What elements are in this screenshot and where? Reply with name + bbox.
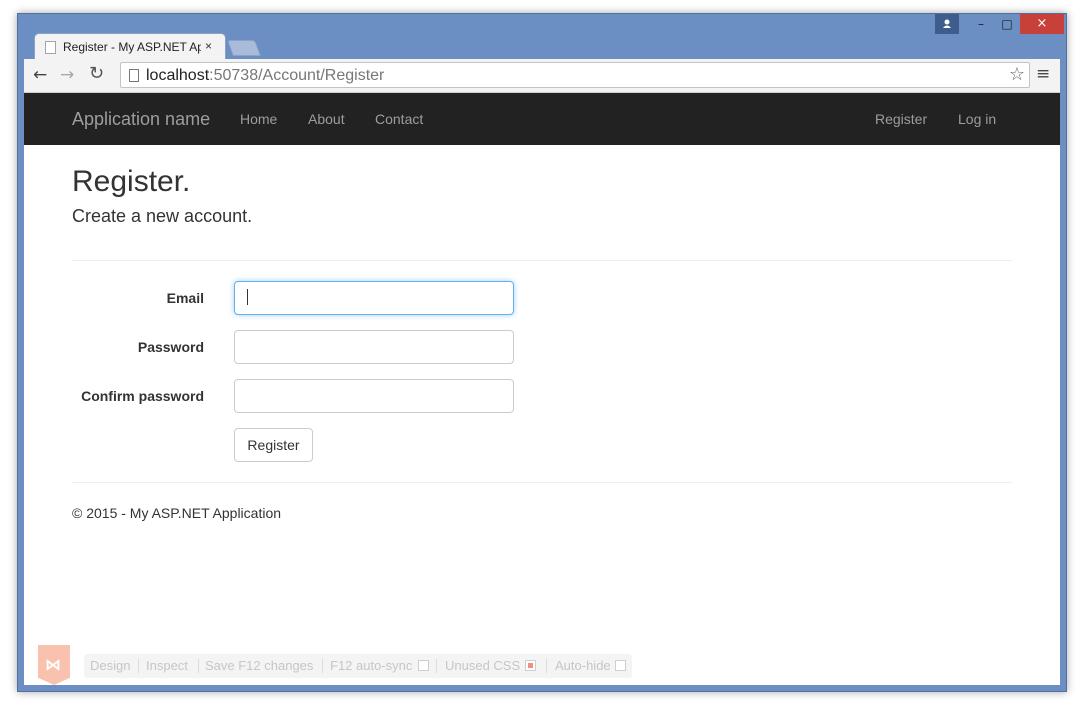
nav-link-contact[interactable]: Contact [375,111,423,127]
site-navbar: Application name Home About Contact Regi… [24,93,1060,145]
new-tab-button[interactable] [227,40,261,56]
design-button[interactable]: Design [90,658,130,673]
divider [72,260,1012,261]
browser-toolbar: ← → ↻ localhost:50738/Account/Register ☆… [24,59,1060,93]
f12-autosync-checkbox[interactable] [418,660,429,671]
f12-autosync-label[interactable]: F12 auto-sync [330,658,412,673]
browser-tab[interactable]: Register - My ASP.NET Ap × [34,33,226,59]
browser-menu-icon[interactable]: ≡ [1036,64,1050,84]
bookmark-star-icon[interactable]: ☆ [1009,64,1025,85]
register-button[interactable]: Register [234,428,313,462]
page-favicon-icon [45,41,56,54]
password-label: Password [137,339,204,355]
minimize-button[interactable]: – [968,14,994,34]
nav-link-home[interactable]: Home [240,111,277,127]
page-title: Register. [72,165,191,198]
browser-link-toolbar: Design Inspect Save F12 changes F12 auto… [84,654,632,678]
user-icon [943,19,951,28]
tab-title: Register - My ASP.NET Ap [63,40,201,54]
address-bar[interactable]: localhost:50738/Account/Register ☆ [120,62,1030,88]
user-profile-button[interactable] [935,14,959,34]
confirm-password-field[interactable] [234,379,514,413]
inspect-button[interactable]: Inspect [146,658,188,673]
unused-css-checkbox[interactable] [525,660,536,671]
autohide-label[interactable]: Auto-hide [555,658,611,673]
nav-link-register[interactable]: Register [875,111,927,127]
footer-text: © 2015 - My ASP.NET Application [72,505,282,521]
url-path: :50738/Account/Register [209,67,385,84]
navbar-brand[interactable]: Application name [72,109,210,130]
text-caret [247,289,248,305]
back-arrow-icon[interactable]: ← [33,65,47,85]
page-icon [129,69,139,82]
page-subtitle: Create a new account. [72,206,253,226]
tab-close-icon[interactable]: × [205,39,212,53]
close-window-button[interactable]: × [1020,14,1064,34]
email-field[interactable] [234,281,514,315]
email-label: Email [166,290,204,306]
unused-css-label[interactable]: Unused CSS [445,658,520,673]
page-content: Application name Home About Contact Regi… [24,93,1060,685]
url-text: localhost:50738/Account/Register [146,67,384,85]
separator [138,659,139,673]
nav-link-login[interactable]: Log in [958,111,996,127]
maximize-button[interactable]: □ [994,14,1020,34]
autohide-checkbox[interactable] [615,660,626,671]
footer-divider [72,482,1012,483]
visual-studio-logo-icon: ⋈ [38,645,70,685]
confirm-password-label: Confirm password [81,388,204,404]
forward-arrow-icon[interactable]: → [60,65,74,85]
separator [436,659,437,673]
browser-window: – □ × Register - My ASP.NET Ap × ← → ↻ l… [17,13,1067,692]
separator [546,659,547,673]
reload-icon[interactable]: ↻ [89,63,104,84]
separator [322,659,323,673]
nav-link-about[interactable]: About [308,111,345,127]
url-host: localhost [146,67,210,84]
save-f12-changes-button[interactable]: Save F12 changes [205,658,313,673]
separator [198,659,199,673]
password-field[interactable] [234,330,514,364]
